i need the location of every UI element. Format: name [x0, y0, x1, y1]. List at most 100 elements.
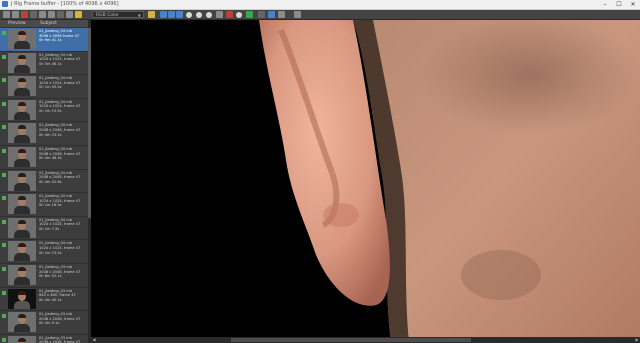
scroll-left-icon[interactable]: ◀	[91, 337, 97, 343]
list-item[interactable]: 01_Jiadeng_03 mb2048 x 2048, frame 470h …	[0, 264, 88, 288]
list-item[interactable]: 01_Jiadeng_04 mb 1024 x 1024, frame 47 0h …	[0, 240, 88, 264]
thumbnail-hair	[18, 54, 26, 59]
render-info: 01_Jiadeng_04 mb 2048 x 2048, frame 47 0h …	[39, 147, 85, 161]
list-item[interactable]: 01_Jiadeng_04 mb 2048 x 2048, frame 47 0h …	[0, 146, 88, 170]
render-thumbnail	[8, 170, 36, 191]
save-image-icon[interactable]	[3, 11, 10, 18]
render-thumbnail	[8, 312, 36, 333]
thumbnail-figure	[14, 253, 30, 262]
status-marker-icon	[2, 196, 6, 201]
render-info: 01_Jiadeng_04 mb 1024 x 1024, frame 47 0h …	[39, 76, 85, 90]
history-forward-icon[interactable]	[48, 11, 55, 18]
render-stop-icon[interactable]	[226, 11, 233, 18]
red-channel-icon[interactable]	[21, 11, 28, 18]
render-time: 0h 9m 41.1s	[39, 38, 62, 43]
list-item[interactable]: 01_Jiadeng_03 mb2048 x 2048, frame 470h …	[0, 335, 88, 343]
list-item[interactable]: 01_Jiadeng_04 mb 2048 x 2048, frame 47 0h …	[0, 170, 88, 194]
thumbnail-figure	[14, 206, 30, 215]
view-mode-value: RGB Color	[96, 13, 119, 18]
list-item[interactable]: 01_Jiadeng_04 mb 2048 x 2048, frame 47 0h …	[0, 122, 88, 146]
render-thumbnail	[8, 217, 36, 238]
clone-window-icon[interactable]	[12, 11, 19, 18]
minimize-button[interactable]: –	[598, 0, 612, 9]
render-info: 01_Jiadeng_04 mb 1024 x 1024, frame 47 0h …	[39, 218, 85, 232]
blue-toggle-icon[interactable]	[176, 11, 183, 18]
render-thumbnail	[8, 146, 36, 167]
thumbnail-figure	[14, 324, 30, 333]
list-item[interactable]: 01_Jiadeng_04 mb 1024 x 1024, frame 47 0h …	[0, 193, 88, 217]
thumbnail-figure	[14, 182, 30, 191]
status-marker-icon	[2, 148, 6, 153]
list-item[interactable]: 01_Jiadeng_03 mb 640 x 480, frame 47 0h 0m…	[0, 288, 88, 312]
thumbnail-figure	[14, 158, 30, 167]
render-history-list: Preview Subject 01_Jiadeng_04 mb 4096 x 4…	[0, 20, 88, 343]
list-item[interactable]: 01_Jiadeng_04 mb 1024 x 1024, frame 47 0h …	[0, 75, 88, 99]
render-time: 0h 0m 46.1s	[39, 61, 62, 66]
zoom-icon[interactable]	[66, 11, 73, 18]
skin-blemish	[461, 250, 541, 300]
render-info: 01_Jiadeng_04 mb 2048 x 2048, frame 47 0h …	[39, 171, 85, 185]
history-back-icon[interactable]	[39, 11, 46, 18]
thumbnail-hair	[18, 196, 26, 201]
status-marker-icon	[2, 172, 6, 177]
title-bar: J Rig Frame buffer - [100% of 4096 x 409…	[0, 0, 640, 10]
scroll-right-icon[interactable]: ▶	[634, 337, 640, 343]
track-mouse-icon[interactable]	[236, 11, 242, 18]
thumbnail-hair	[18, 78, 26, 83]
render-viewport[interactable]	[91, 20, 640, 343]
column-subject[interactable]: Subject	[40, 20, 57, 27]
render-thumbnail	[8, 76, 36, 97]
lens-effects-icon[interactable]	[258, 11, 265, 18]
history-icon[interactable]	[268, 11, 275, 18]
list-item[interactable]: 01_Jiadeng_04 mb 1024 x 1024, frame 47 0h …	[0, 52, 88, 76]
thumbnail-figure	[14, 276, 30, 285]
column-preview[interactable]: Preview	[8, 20, 26, 27]
render-time: 0h 4m 46.3s	[39, 156, 62, 161]
thumbnail-figure	[14, 41, 30, 49]
alpha-channel-icon[interactable]	[75, 11, 82, 18]
render-thumbnail	[8, 194, 36, 215]
maximize-button[interactable]: ☐	[612, 0, 626, 9]
status-marker-icon	[2, 314, 6, 319]
thumbnail-hair	[18, 266, 26, 271]
settings-icon[interactable]	[294, 11, 301, 18]
status-marker-icon	[2, 266, 6, 271]
list-item[interactable]: 01_Jiadeng_04 mb 4096 x 4096 frame 47 0h 9…	[0, 28, 88, 52]
view-mode-dropdown[interactable]: RGB Color ▼	[92, 11, 144, 18]
mono-icon[interactable]	[186, 11, 192, 18]
render-time: 0h 1m 19.5s	[39, 108, 62, 113]
hscroll-thumb[interactable]	[231, 338, 471, 342]
color-picker-icon[interactable]	[148, 11, 155, 18]
thumbnail-hair	[18, 243, 26, 248]
fit-view-icon[interactable]	[278, 11, 285, 18]
list-item[interactable]: 01_Jiadeng_04 mb 1024 x 1024, frame 47 0h …	[0, 217, 88, 241]
render-time: 0h 4m 23.2s	[39, 132, 62, 137]
thumbnail-hair	[18, 101, 26, 106]
horizontal-scrollbar[interactable]: ◀ ▶	[91, 337, 640, 343]
render-info: 01_Jiadeng_04 mb 1024 x 1024, frame 47 0h …	[39, 194, 85, 208]
half-tone-icon[interactable]	[196, 11, 202, 18]
render-icon[interactable]	[246, 11, 253, 18]
render-info: 01_Jiadeng_04 mb 4096 x 4096 frame 47 0h 9…	[39, 29, 85, 43]
status-marker-icon	[2, 54, 6, 59]
render-info: 01_Jiadeng_04 mb 1024 x 1024, frame 47 0h …	[39, 53, 85, 67]
print-icon[interactable]	[30, 11, 37, 18]
status-marker-icon	[2, 31, 6, 35]
clear-icon[interactable]	[57, 11, 64, 18]
app-icon	[2, 1, 8, 7]
thumbnail-figure	[14, 229, 30, 238]
list-rows: 01_Jiadeng_04 mb 4096 x 4096 frame 47 0h 9…	[0, 28, 88, 343]
status-marker-icon	[2, 219, 6, 224]
green-toggle-icon[interactable]	[168, 11, 175, 18]
render-info: 01_Jiadeng_04 mb 1024 x 1024, frame 47 0h …	[39, 241, 85, 255]
status-marker-icon	[2, 337, 6, 342]
list-item[interactable]: 01_Jiadeng_04 mb 1024 x 1024, frame 47 0h …	[0, 99, 88, 123]
close-button[interactable]: ✕	[626, 0, 640, 9]
red-toggle-icon[interactable]	[160, 11, 167, 18]
render-resolution: 1024 x 1024, frame 47	[39, 245, 81, 250]
exposure-icon[interactable]	[206, 11, 212, 18]
list-item[interactable]: 01_Jiadeng_03 mb2048 x 2048, frame 470h …	[0, 311, 88, 335]
thumbnail-figure	[14, 300, 30, 309]
region-icon[interactable]	[216, 11, 223, 18]
status-marker-icon	[2, 101, 6, 106]
